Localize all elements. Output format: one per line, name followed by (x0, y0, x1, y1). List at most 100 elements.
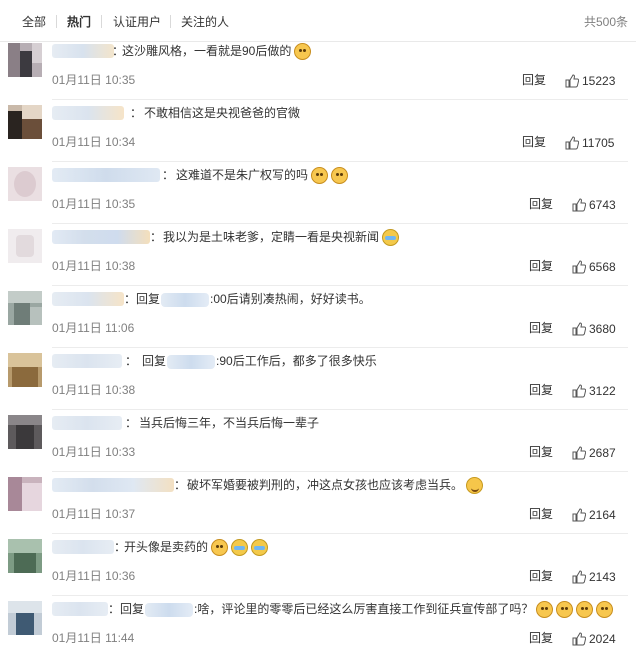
avatar[interactable] (8, 105, 42, 139)
comment-text: 当兵后悔三年，不当兵后悔一辈子 (139, 416, 320, 430)
avatar[interactable] (8, 415, 42, 449)
comment-item: ： 这沙雕风格，一看就是90后做的 01月11日 10:35 回复 15223 (0, 38, 636, 100)
doge-emoji (556, 601, 574, 619)
thumbs-up-icon (572, 508, 586, 522)
comment-item: ： 我以为是土味老爹，定睛一看是央视新闻 01月11日 10:38 回复 656… (0, 224, 636, 286)
username-blurred[interactable] (52, 292, 124, 306)
doge-emoji (536, 601, 554, 619)
comment-time: 01月11日 10:35 (52, 73, 136, 87)
thumbs-up-icon (572, 322, 586, 336)
laugh-cry-emoji (382, 229, 400, 247)
like-count: 3680 (589, 322, 616, 336)
like-count: 2143 (589, 570, 616, 584)
comment-item: ： 这难道不是朱广权写的吗 01月11日 10:35 回复 6743 (0, 162, 636, 224)
doge-emoji (294, 43, 312, 61)
tab-all[interactable]: 全部 (22, 14, 46, 30)
reply-button[interactable]: 回复 (522, 72, 546, 88)
tab-hot[interactable]: 热门 (67, 14, 91, 30)
username-blurred[interactable] (52, 230, 150, 244)
mention-blurred[interactable] (167, 354, 216, 369)
avatar[interactable] (8, 167, 42, 201)
comment-item: ： 回复:90后工作后，都多了很多快乐 01月11日 10:38 回复 3122 (0, 348, 636, 410)
username-blurred[interactable] (52, 540, 114, 554)
doge-emoji (211, 539, 229, 557)
like-count: 11705 (582, 136, 615, 150)
comment-time: 01月11日 10:34 (52, 135, 136, 149)
thumbs-up-icon (572, 260, 586, 274)
reply-button[interactable]: 回复 (529, 320, 553, 336)
comment-time: 01月11日 11:06 (52, 321, 135, 335)
username-blurred[interactable] (52, 44, 114, 58)
avatar[interactable] (8, 291, 42, 325)
like-count: 15223 (582, 74, 616, 88)
reply-button[interactable]: 回复 (529, 568, 553, 584)
comment-time: 01月11日 10:35 (52, 197, 136, 211)
comment-text: 回复:00后请别凑热闹，好好读书。 (136, 292, 371, 307)
comment-total-count: 共500条 (583, 15, 628, 29)
reply-button[interactable]: 回复 (522, 134, 546, 150)
avatar[interactable] (8, 539, 42, 573)
like-count: 2024 (589, 632, 616, 646)
reply-button[interactable]: 回复 (529, 382, 553, 398)
avatar[interactable] (8, 477, 42, 511)
thumbs-up-icon (572, 446, 586, 460)
doge-emoji (576, 601, 594, 619)
colon: ： (130, 106, 143, 120)
thumbs-up-icon (572, 198, 586, 212)
comment-text: 回复:90后工作后，都多了很多快乐 (142, 354, 377, 369)
comment-text: 不敢相信这是央视爸爸的官微 (144, 106, 301, 120)
like-count: 2164 (589, 508, 616, 522)
comment-text: 破坏军婚要被判刑的，冲这点女孩也应该考虑当兵。 (187, 477, 484, 495)
comment-item: ： 回复:00后请别凑热闹，好好读书。 01月11日 11:06 回复 3680 (0, 286, 636, 348)
avatar[interactable] (8, 43, 42, 77)
comment-text: 这难道不是朱广权写的吗 (176, 167, 349, 185)
tab-divider (170, 15, 171, 28)
tab-divider (101, 15, 102, 28)
comment-item: ： 回复:啥，评论里的零零后已经这么厉害直接工作到征兵宣传部了吗？ 01月11日… (0, 596, 636, 655)
reply-button[interactable]: 回复 (529, 506, 553, 522)
reply-button[interactable]: 回复 (529, 196, 553, 212)
reply-button[interactable]: 回复 (529, 630, 553, 646)
smile-emoji (466, 477, 484, 495)
username-blurred[interactable] (52, 478, 174, 492)
like-count: 6743 (589, 198, 616, 212)
comment-item: ： 开头像是卖药的 01月11日 10:36 回复 2143 (0, 534, 636, 596)
thumbs-up-icon (572, 384, 586, 398)
comment-text: 回复:啥，评论里的零零后已经这么厉害直接工作到征兵宣传部了吗？ (120, 601, 614, 619)
mention-blurred[interactable] (145, 602, 194, 617)
like-count: 2687 (589, 446, 616, 460)
colon: ： (174, 478, 187, 492)
colon: ： (108, 602, 121, 616)
mention-blurred[interactable] (161, 292, 210, 307)
comment-time: 01月11日 10:33 (52, 445, 136, 459)
colon: ： (125, 416, 138, 430)
like-count: 3122 (589, 384, 616, 398)
username-blurred[interactable] (52, 354, 122, 368)
comment-item: ： 破坏军婚要被判刑的，冲这点女孩也应该考虑当兵。 01月11日 10:37 回… (0, 472, 636, 534)
comment-time: 01月11日 10:36 (52, 569, 136, 583)
username-blurred[interactable] (52, 602, 108, 616)
comment-time: 01月11日 10:37 (52, 507, 136, 521)
tab-verified-users[interactable]: 认证用户 (113, 14, 161, 30)
avatar[interactable] (8, 229, 42, 263)
avatar[interactable] (8, 353, 42, 387)
username-blurred[interactable] (52, 416, 122, 430)
thumbs-up-icon (572, 632, 586, 646)
username-blurred[interactable] (52, 168, 160, 182)
reply-button[interactable]: 回复 (529, 444, 553, 460)
thumbs-up-icon (572, 570, 586, 584)
username-blurred[interactable] (52, 106, 124, 120)
comment-tabs: 全部 热门 认证用户 关注的人 共500条 (0, 0, 636, 42)
comment-text: 我以为是土味老爹，定睛一看是央视新闻 (163, 229, 400, 247)
avatar[interactable] (8, 601, 42, 635)
doge-emoji (596, 601, 614, 619)
reply-button[interactable]: 回复 (529, 258, 553, 274)
like-count: 6568 (589, 260, 616, 274)
colon: ： (125, 354, 138, 368)
colon: ： (150, 230, 163, 244)
tab-divider (56, 15, 57, 28)
colon: ： (162, 168, 175, 182)
tab-following[interactable]: 关注的人 (181, 14, 229, 30)
comment-time: 01月11日 10:38 (52, 383, 136, 397)
colon: ： (124, 292, 137, 306)
